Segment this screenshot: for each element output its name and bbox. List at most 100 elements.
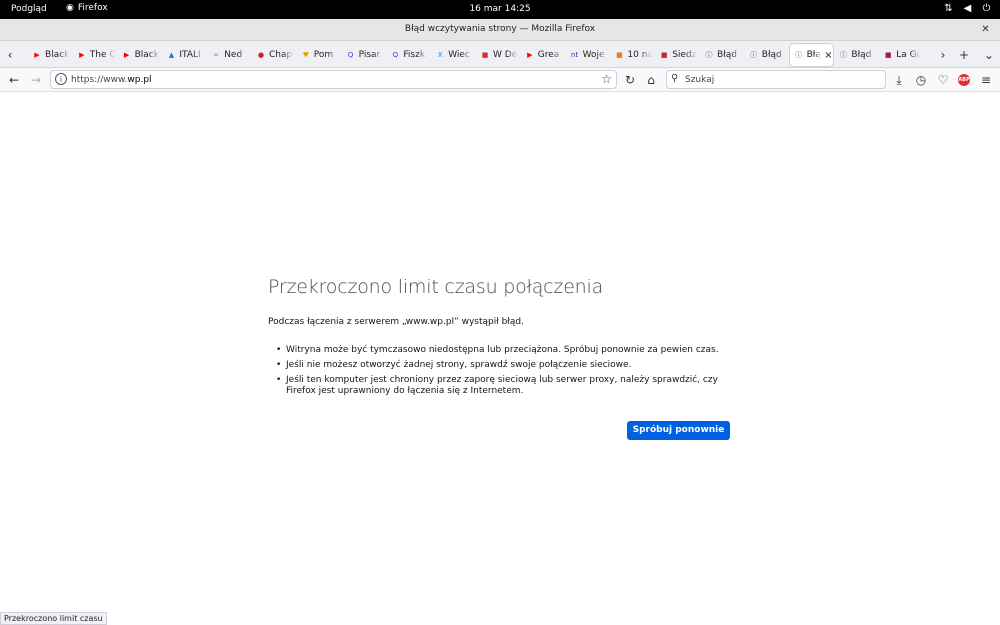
scroll-tabs-left-icon[interactable]: ‹ [2, 46, 18, 64]
tab-favicon-icon: ■ [660, 51, 668, 59]
error-suggestions: Witryna może być tymczasowo niedostępna … [276, 345, 726, 401]
window-title: Błąd wczytywania strony — Mozilla Firefo… [404, 24, 596, 34]
status-bar: Przekroczono limit czasu [0, 612, 107, 625]
tab-favicon-icon: ● [257, 51, 265, 59]
reload-icon[interactable]: ↻ [621, 71, 639, 89]
system-top-bar: Podgląd ◉ Firefox 16 mar 14:25 ⇅ ◀ ⏻ [0, 0, 1000, 19]
browser-tab[interactable]: ⓘ Błąd [700, 44, 742, 66]
browser-tab[interactable]: ■ La Gu [879, 44, 921, 66]
tab-favicon-icon: ■ [884, 51, 892, 59]
browser-tab[interactable]: ▶ Black [118, 44, 160, 66]
tab-label: Grea [537, 50, 560, 60]
tab-favicon-icon: ∞ [213, 51, 220, 59]
bookmark-star-icon[interactable]: ☆ [601, 72, 612, 86]
close-tab-icon[interactable]: × [824, 50, 832, 61]
navigation-toolbar: ← → i https://www.wp.pl ☆ ↻ ⌂ ⚲ Szukaj ⤓… [0, 68, 1000, 92]
back-icon[interactable]: ← [5, 71, 23, 89]
try-again-button[interactable]: Spróbuj ponownie [627, 421, 730, 440]
browser-tab[interactable]: ∞ Ned [207, 44, 249, 66]
new-tab-icon[interactable]: + [956, 46, 972, 64]
error-suggestion: Jeśli ten komputer jest chroniony przez … [276, 375, 726, 397]
tab-label: La Gu [896, 50, 922, 60]
tab-favicon-icon: ▶ [527, 51, 533, 59]
tab-label: Błąd [761, 50, 782, 60]
tab-label: Błąd [851, 50, 872, 60]
browser-tab[interactable]: ⓘ Błą × [789, 44, 833, 66]
browser-tab[interactable]: ■ 10 na [610, 44, 652, 66]
browser-tab[interactable]: ⓘ Błąd [745, 44, 787, 66]
browser-tab[interactable]: ● Chap [252, 44, 294, 66]
tab-favicon-icon: ⓘ [750, 51, 758, 59]
tab-favicon-icon: ■ [481, 51, 489, 59]
network-icon: ⇅ [944, 3, 953, 14]
pocket-icon[interactable]: ♡ [934, 71, 952, 89]
tab-favicon-icon: ▲ [168, 51, 175, 59]
browser-tab[interactable]: Q Pisar [342, 44, 384, 66]
url-text[interactable]: https://www.wp.pl [71, 75, 152, 85]
browser-tab[interactable]: ▶ The ODTW [73, 44, 115, 66]
tab-label: Błąd [717, 50, 737, 60]
browser-tab[interactable]: ⓘ Błąd [834, 44, 876, 66]
error-suggestion: Jeśli nie możesz otworzyć żadnej strony,… [276, 360, 726, 371]
tab-favicon-icon: ■ [616, 51, 623, 59]
tab-favicon-icon: ♥ [302, 51, 309, 59]
search-placeholder: Szukaj [685, 75, 715, 85]
browser-tab[interactable]: ▶ Grea [521, 44, 563, 66]
tab-favicon-icon: Q [347, 51, 354, 59]
browser-tab[interactable]: ▲ ITALI [162, 44, 204, 66]
tab-label: ITALI [179, 50, 201, 60]
tab-label: Pisar [358, 50, 381, 60]
tab-strip: ‹ › + ⌄ ▶ Black ▶ The ODTW ▶ Black ▲ ITALI ∞ Ned ●… [0, 41, 1000, 68]
forward-icon[interactable]: → [27, 71, 45, 89]
close-window-icon[interactable]: ✕ [979, 23, 992, 36]
system-tray[interactable]: ⇅ ◀ ⏻ [943, 3, 992, 14]
power-icon: ⏻ [982, 3, 991, 14]
tab-favicon-icon: X [437, 51, 443, 59]
history-icon[interactable]: ◷ [912, 71, 930, 89]
url-prefix: https://www. [71, 75, 128, 85]
browser-tab[interactable]: ▶ Black [28, 44, 70, 66]
error-description: Podczas łączenia z serwerem „www.wp.pl” … [268, 317, 525, 327]
tab-favicon-icon: nt [571, 51, 579, 59]
url-bar[interactable]: i https://www.wp.pl ☆ [50, 70, 617, 89]
search-bar[interactable]: ⚲ Szukaj [666, 70, 886, 89]
adblock-icon[interactable]: ABP [958, 74, 970, 86]
browser-tab[interactable]: Q Fiszk [386, 44, 428, 66]
tab-label: Fiszk [403, 50, 426, 60]
tab-label: Błą [806, 50, 821, 60]
tab-label: The ODTW [89, 50, 115, 60]
tab-label: 10 na [627, 50, 653, 60]
volume-icon: ◀ [963, 3, 972, 14]
browser-tab[interactable]: ■ Siedz [655, 44, 697, 66]
tab-favicon-icon: ▶ [34, 51, 40, 59]
tab-label: Woje [582, 50, 605, 60]
clock[interactable]: 16 mar 14:25 [0, 4, 1000, 14]
tab-favicon-icon: Q [392, 51, 399, 59]
tab-favicon-icon: ⓘ [795, 51, 803, 59]
error-suggestion: Witryna może być tymczasowo niedostępna … [276, 345, 726, 356]
browser-tab[interactable]: nt Woje [566, 44, 608, 66]
menu-icon[interactable]: ≡ [977, 71, 995, 89]
tab-label: Chap [269, 50, 293, 60]
tab-label: Black [45, 50, 70, 60]
browser-tab[interactable]: ■ W De [476, 44, 518, 66]
error-title: Przekroczono limit czasu połączenia [268, 276, 604, 298]
downloads-icon[interactable]: ⤓ [890, 71, 908, 89]
tab-favicon-icon: ⓘ [705, 51, 713, 59]
browser-tab[interactable]: X Wiec [431, 44, 473, 66]
tab-label: Black [134, 50, 159, 60]
scroll-tabs-right-icon[interactable]: › [935, 46, 951, 64]
browser-tab[interactable]: ♥ Pom [297, 44, 339, 66]
site-info-icon[interactable]: i [55, 73, 67, 85]
home-icon[interactable]: ⌂ [642, 71, 660, 89]
tab-label: Wiec [448, 50, 470, 60]
tab-label: W De [493, 50, 518, 60]
tab-label: Ned [224, 50, 243, 60]
tab-favicon-icon: ▶ [79, 51, 85, 59]
tab-favicon-icon: ▶ [123, 51, 130, 59]
url-host: wp.pl [127, 75, 152, 85]
window-title-bar: Błąd wczytywania strony — Mozilla Firefo… [0, 19, 1000, 41]
tab-label: Pom [313, 50, 334, 60]
tab-favicon-icon: ⓘ [839, 51, 847, 59]
list-all-tabs-icon[interactable]: ⌄ [981, 46, 997, 64]
